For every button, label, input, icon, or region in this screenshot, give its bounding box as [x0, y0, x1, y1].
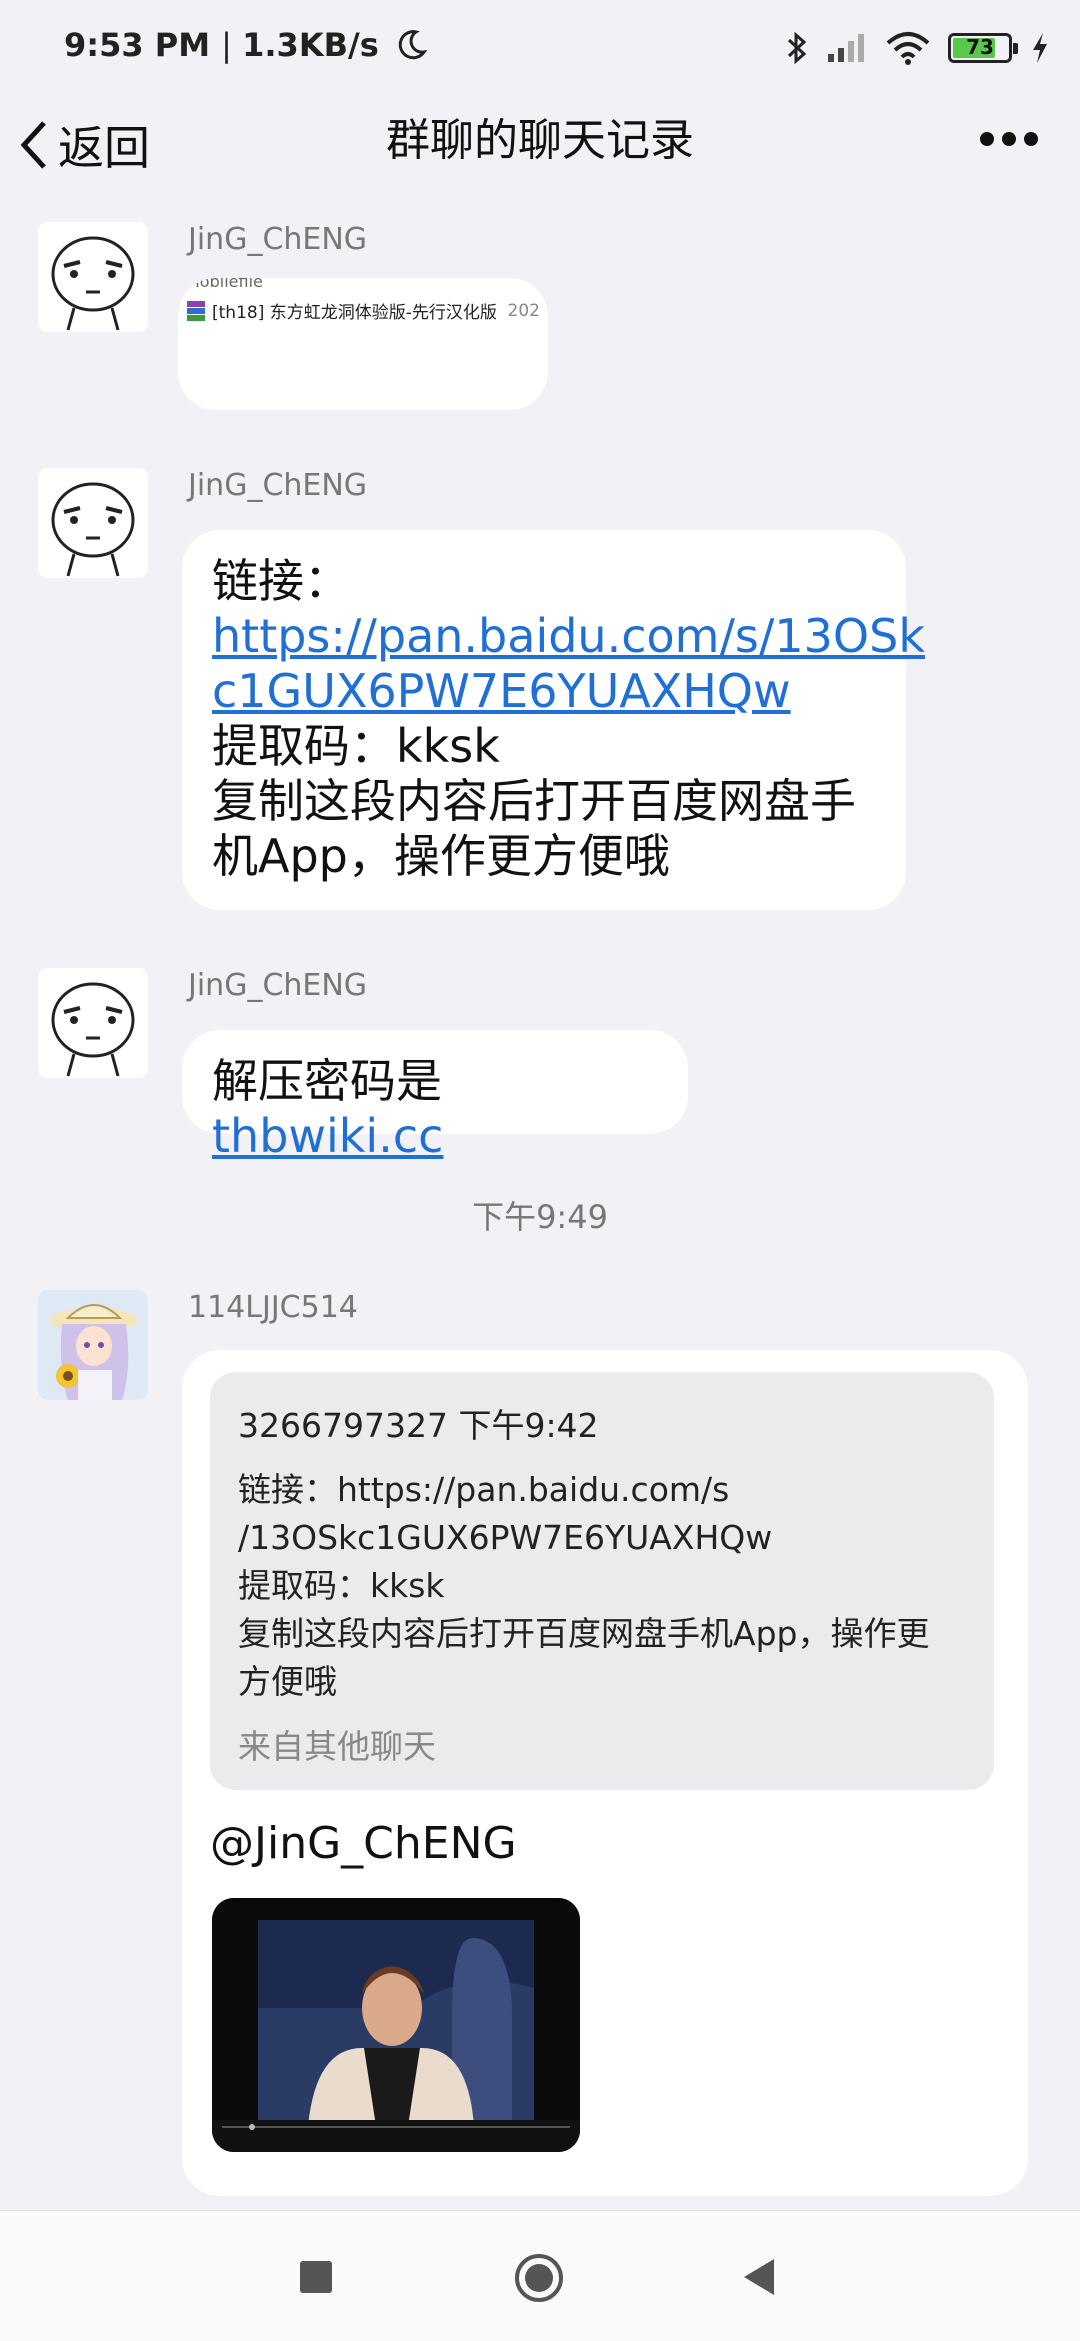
share-link-line1[interactable]: https://pan.baidu.com/s/13OSk	[212, 609, 925, 664]
page-title: 群聊的聊天记录	[386, 115, 694, 166]
cartoon-face-icon	[38, 968, 148, 1078]
archive-file-icon	[187, 300, 205, 321]
file-row-top: Mobilefile	[186, 278, 263, 291]
more-dot-icon	[1002, 132, 1016, 146]
file-share-card[interactable]: Mobilefile [th18] 东方虹龙洞体验版-先行汉化版 202	[178, 278, 548, 410]
message-bubble[interactable]: 链接： https://pan.baidu.com/s/13OSk c1GUX6…	[182, 530, 925, 910]
sender-name: 114LJJC514	[188, 1290, 358, 1325]
status-right: 73	[786, 28, 1050, 68]
cartoon-face-icon	[38, 222, 148, 332]
forward-line2: /13OSkc1GUX6PW7E6YUAXHQw	[238, 1518, 773, 1557]
avatar[interactable]	[38, 1290, 148, 1400]
back-triangle-button[interactable]	[742, 2257, 776, 2297]
wifi-icon	[886, 32, 930, 65]
forward-source: 来自其他聊天	[238, 1727, 436, 1766]
bluetooth-icon	[787, 31, 807, 65]
signal-icon	[828, 34, 864, 62]
status-bar: 9:53 PM | 1.3KB/s 73	[0, 0, 1080, 100]
chat-header: 返回 群聊的聊天记录	[0, 100, 1080, 220]
sender-name: JinG_ChENG	[188, 222, 368, 257]
video-frame-image	[212, 1898, 580, 2152]
recent-apps-button[interactable]	[300, 2261, 332, 2293]
battery-level: 73	[966, 35, 994, 59]
tip-line2: 机App，操作更方便哦	[212, 829, 670, 883]
forward-line5: 方便哦	[238, 1662, 337, 1701]
sender-name: JinG_ChENG	[188, 968, 368, 1003]
battery-icon: 73	[948, 33, 1018, 63]
time-divider: 下午9:49	[472, 1198, 608, 1236]
message-link[interactable]: thbwiki.cc	[212, 1109, 443, 1163]
extract-code: 提取码：kksk	[212, 719, 500, 773]
anime-girl-avatar-icon	[38, 1290, 148, 1400]
avatar[interactable]	[38, 468, 148, 578]
charging-icon	[1033, 33, 1047, 63]
avatar[interactable]	[38, 968, 148, 1078]
tip-line1: 复制这段内容后打开百度网盘手	[212, 774, 856, 828]
avatar[interactable]	[38, 222, 148, 332]
system-navigation-bar	[0, 2210, 1080, 2341]
forward-line3: 提取码：kksk	[238, 1566, 445, 1605]
forwarded-message-card[interactable]: 3266797327 下午9:42 链接：https://pan.baidu.c…	[210, 1372, 994, 1790]
status-speed: 1.3KB/s	[242, 26, 379, 64]
sender-name: JinG_ChENG	[188, 468, 368, 503]
message-text: 解压密码是	[212, 1054, 442, 1108]
file-date: 202	[507, 300, 540, 321]
status-separator: |	[221, 26, 243, 64]
cartoon-face-icon	[38, 468, 148, 578]
status-left: 9:53 PM | 1.3KB/s	[64, 26, 428, 64]
share-link-line2[interactable]: c1GUX6PW7E6YUAXHQw	[212, 664, 876, 719]
video-thumbnail[interactable]	[212, 1898, 580, 2152]
file-row[interactable]: [th18] 东方虹龙洞体验版-先行汉化版 202	[186, 298, 540, 323]
more-options-button[interactable]	[980, 132, 1038, 146]
message-bubble[interactable]: 解压密码是thbwiki.cc	[182, 1030, 688, 1163]
link-label: 链接：	[212, 554, 350, 608]
more-dot-icon	[980, 132, 994, 146]
status-time: 9:53 PM	[64, 26, 211, 64]
forward-line4: 复制这段内容后打开百度网盘手机App，操作更	[238, 1614, 930, 1653]
forward-header: 3266797327 下午9:42	[238, 1406, 599, 1445]
forward-line1: 链接：https://pan.baidu.com/s	[238, 1470, 730, 1509]
moon-icon	[398, 30, 428, 60]
home-button[interactable]	[514, 2253, 564, 2303]
file-name: [th18] 东方虹龙洞体验版-先行汉化版	[212, 303, 497, 323]
mention-text[interactable]: @JinG_ChENG	[210, 1818, 517, 1869]
more-dot-icon	[1024, 132, 1038, 146]
